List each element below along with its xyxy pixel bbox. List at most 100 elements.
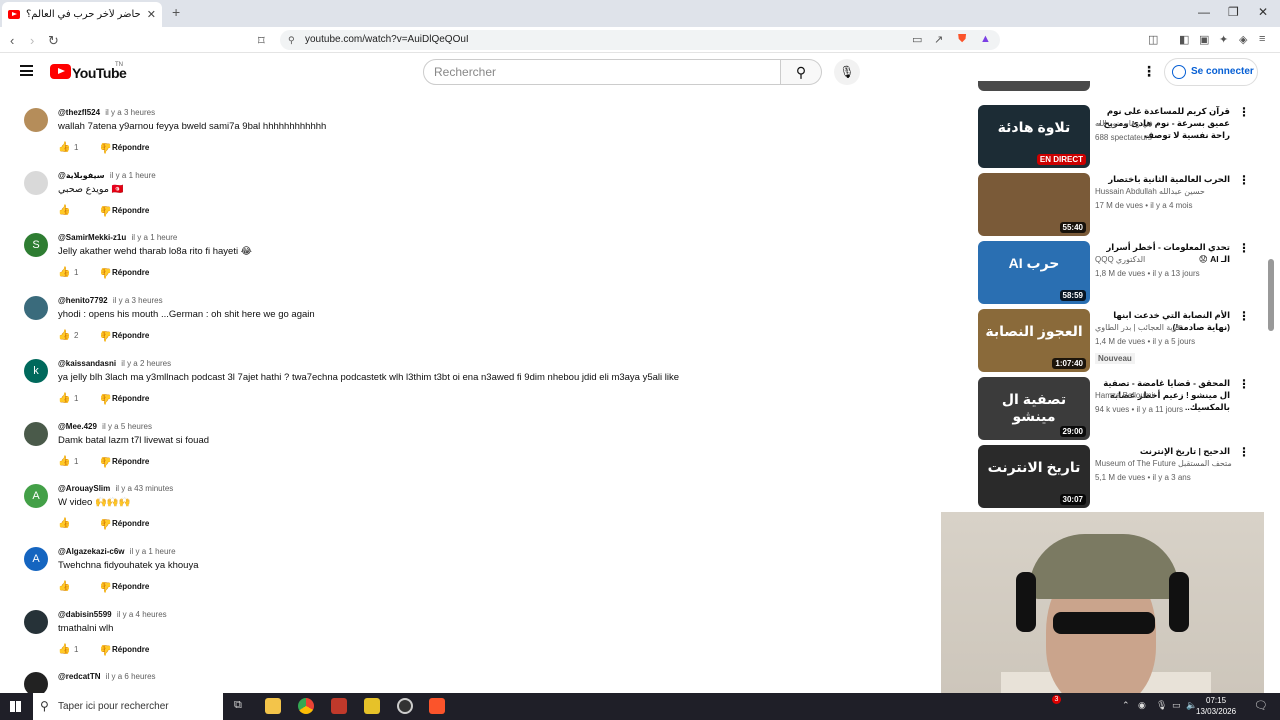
- tray-up-icon[interactable]: ⌃: [1122, 700, 1130, 711]
- comment-time[interactable]: il y a 2 heures: [121, 359, 171, 368]
- voice-search-button[interactable]: 🎙: [834, 59, 860, 85]
- dislike-icon[interactable]: 👍: [88, 456, 112, 467]
- comment-author[interactable]: @thezfl524: [58, 108, 100, 117]
- channel-name[interactable]: Hamza Belloumi: [1095, 391, 1153, 400]
- video-thumbnail[interactable]: العجوز النصابة 1:07:40: [978, 309, 1090, 372]
- file-explorer-icon[interactable]: [265, 698, 281, 714]
- chrome-icon[interactable]: [298, 698, 314, 714]
- site-info-icon[interactable]: ⚲: [288, 30, 295, 50]
- video-menu-icon[interactable]: ⋮: [1238, 377, 1250, 391]
- reply-button[interactable]: Répondre: [112, 268, 149, 277]
- extensions-icon[interactable]: ◫: [1148, 33, 1158, 46]
- wallet-icon[interactable]: ▣: [1199, 33, 1209, 46]
- avatar[interactable]: A: [24, 484, 48, 509]
- dislike-icon[interactable]: 👍: [88, 393, 112, 404]
- comment-author[interactable]: @Mee.429: [58, 422, 97, 431]
- comment-time[interactable]: il y a 1 heure: [132, 233, 178, 242]
- obs-icon[interactable]: [397, 698, 413, 714]
- reply-button[interactable]: Répondre: [112, 582, 149, 591]
- maximize-icon[interactable]: ❐: [1228, 5, 1239, 19]
- avatar[interactable]: [24, 672, 48, 693]
- like-icon[interactable]: 👍: [58, 393, 74, 404]
- avatar[interactable]: [24, 421, 48, 446]
- bookmark-icon[interactable]: ⌑: [258, 33, 265, 49]
- reply-button[interactable]: Répondre: [112, 519, 149, 528]
- share-icon[interactable]: ↗: [934, 33, 943, 46]
- video-thumbnail[interactable]: [978, 81, 1090, 91]
- like-icon[interactable]: 👍: [58, 142, 74, 153]
- like-icon[interactable]: 👍: [58, 205, 74, 216]
- channel-name[interactable]: قرية العجائب | بدر الطاوي: [1095, 323, 1181, 332]
- new-tab-button[interactable]: +: [172, 4, 180, 20]
- like-icon[interactable]: 👍: [58, 518, 74, 529]
- avatar[interactable]: k: [24, 358, 48, 383]
- vpn-icon[interactable]: ◈: [1239, 33, 1247, 46]
- close-window-icon[interactable]: ✕: [1258, 5, 1268, 19]
- video-card[interactable]: تلاوة هادئة EN DIRECT قرآن كريم للمساعدة…: [978, 105, 1250, 169]
- comment-time[interactable]: il y a 6 heures: [106, 672, 156, 681]
- comment-time[interactable]: il y a 3 heures: [113, 296, 163, 305]
- minimize-icon[interactable]: —: [1198, 5, 1210, 19]
- avatar[interactable]: [24, 170, 48, 195]
- brave-rewards-icon[interactable]: ▲: [980, 33, 991, 45]
- network-icon[interactable]: ▭: [1172, 700, 1181, 711]
- avatar[interactable]: [24, 296, 48, 321]
- dislike-icon[interactable]: 👍: [88, 644, 112, 655]
- like-icon[interactable]: 👍: [58, 644, 74, 655]
- comment-time[interactable]: il y a 1 heure: [130, 547, 176, 556]
- reply-button[interactable]: Répondre: [112, 457, 149, 466]
- microphone-tray-icon[interactable]: 🎙: [1156, 700, 1167, 711]
- youtube-logo-icon[interactable]: [50, 64, 71, 79]
- brave-browser-icon[interactable]: [429, 698, 445, 714]
- leo-icon[interactable]: ✦: [1219, 33, 1228, 46]
- reply-button[interactable]: Répondre: [112, 645, 149, 654]
- dislike-icon[interactable]: 👍: [88, 267, 112, 278]
- dislike-icon[interactable]: 👍: [88, 142, 112, 153]
- dislike-icon[interactable]: 👍: [88, 330, 112, 341]
- comment-time[interactable]: il y a 3 heures: [105, 108, 155, 117]
- reply-button[interactable]: Répondre: [112, 143, 149, 152]
- url-field[interactable]: ⚲ youtube.com/watch?v=AuiDlQeQOuI: [280, 30, 1000, 50]
- video-thumbnail[interactable]: 55:40: [978, 173, 1090, 236]
- avatar[interactable]: [24, 108, 48, 132]
- comment-author[interactable]: @henito7792: [58, 296, 108, 305]
- page-scrollbar[interactable]: [1268, 259, 1274, 331]
- video-menu-icon[interactable]: ⋮: [1238, 241, 1250, 255]
- video-title[interactable]: الدحيح | تاريخ الإنترنت: [1095, 445, 1230, 457]
- comment-time[interactable]: il y a 5 heures: [102, 422, 152, 431]
- forward-icon[interactable]: ›: [30, 33, 34, 48]
- comment-author[interactable]: @kaissandasni: [58, 359, 116, 368]
- comment-author[interactable]: @dabisin5599: [58, 610, 112, 619]
- dislike-icon[interactable]: 👍: [88, 581, 112, 592]
- settings-more-icon[interactable]: ⋮: [1142, 63, 1156, 80]
- reply-button[interactable]: Répondre: [112, 206, 149, 215]
- video-card[interactable]: تصفية ال مينشو 29:00 المحقق - قضايا غامض…: [978, 377, 1250, 441]
- previous-video-card[interactable]: [978, 81, 1248, 91]
- avatar[interactable]: A: [24, 546, 48, 571]
- video-menu-icon[interactable]: ⋮: [1238, 309, 1250, 323]
- like-icon[interactable]: 👍: [58, 330, 74, 341]
- comment-author[interactable]: @redcatTN: [58, 672, 100, 681]
- comment-time[interactable]: il y a 4 heures: [117, 610, 167, 619]
- close-tab-icon[interactable]: ✕: [147, 8, 156, 21]
- browser-tab[interactable]: حاضر لأخر حرب في العالم؟ Tube ✕: [2, 2, 162, 27]
- like-icon[interactable]: 👍: [58, 267, 74, 278]
- taskbar-search-input[interactable]: ⚲ Taper ici pour rechercher: [33, 693, 223, 720]
- video-thumbnail[interactable]: تصفية ال مينشو 29:00: [978, 377, 1090, 440]
- app-yellow-icon[interactable]: [364, 698, 380, 714]
- taskbar-clock[interactable]: 07:15 13/03/2026: [1196, 695, 1236, 717]
- video-card[interactable]: تاريخ الانترنت 30:07 الدحيح | تاريخ الإن…: [978, 445, 1250, 509]
- video-menu-icon[interactable]: ⋮: [1238, 173, 1250, 187]
- windows-start-icon[interactable]: [10, 701, 21, 712]
- video-menu-icon[interactable]: ⋮: [1238, 445, 1250, 459]
- reply-button[interactable]: Répondre: [112, 394, 149, 403]
- back-icon[interactable]: ‹: [10, 33, 14, 48]
- menu-icon[interactable]: ≡: [1259, 33, 1265, 45]
- comment-time[interactable]: il y a 43 minutes: [116, 484, 174, 493]
- cast-icon[interactable]: ▭: [912, 33, 922, 46]
- video-thumbnail[interactable]: تاريخ الانترنت 30:07: [978, 445, 1090, 508]
- channel-name[interactable]: Hussain Abdullah حسين عبدالله: [1095, 187, 1205, 196]
- video-title[interactable]: الحرب العالمية الثانية باختصار: [1095, 173, 1230, 185]
- comment-author[interactable]: @Algazekazi-c6w: [58, 547, 125, 556]
- dislike-icon[interactable]: 👍: [88, 518, 112, 529]
